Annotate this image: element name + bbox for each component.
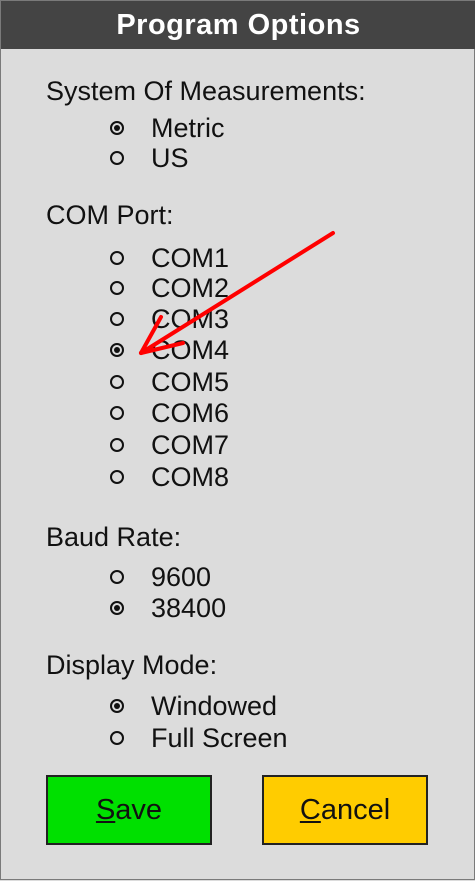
save-label-rest: ave [115, 793, 163, 826]
radio-label: 9600 [151, 561, 212, 592]
radio-indicator [110, 251, 124, 265]
radio-label: COM4 [151, 334, 230, 365]
radio-label: COM2 [151, 272, 230, 303]
cancel-label-rest: ancel [320, 793, 391, 826]
radio-com8[interactable]: COM8 [110, 462, 229, 492]
radio-indicator [110, 731, 124, 745]
radio-indicator [110, 375, 124, 389]
radio-indicator [110, 438, 124, 452]
baud-rate-label: Baud Rate: [46, 522, 182, 552]
radio-label: COM6 [151, 397, 230, 428]
measurements-label: System Of Measurements: [46, 76, 366, 106]
radio-indicator [110, 151, 124, 165]
radio-com5[interactable]: COM5 [110, 367, 229, 397]
cancel-button[interactable]: Cancel [262, 775, 428, 845]
radio-indicator [110, 343, 124, 357]
radio-label: Windowed [151, 690, 278, 721]
radio-com7[interactable]: COM7 [110, 430, 229, 460]
radio-9600[interactable]: 9600 [110, 562, 211, 592]
radio-com2[interactable]: COM2 [110, 273, 229, 303]
radio-label: COM7 [151, 429, 230, 460]
radio-indicator [110, 121, 124, 135]
radio-label: Metric [151, 112, 225, 143]
program-options-window: Program Options System Of Measurements: … [0, 0, 475, 880]
com-port-label: COM Port: [46, 200, 174, 230]
radio-us[interactable]: US [110, 143, 189, 173]
save-mnemonic: S [95, 793, 116, 826]
radio-38400[interactable]: 38400 [110, 593, 226, 623]
window-title: Program Options [1, 1, 475, 49]
radio-full-screen[interactable]: Full Screen [110, 723, 288, 753]
display-mode-label: Display Mode: [46, 650, 218, 680]
radio-com1[interactable]: COM1 [110, 243, 229, 273]
radio-com3[interactable]: COM3 [110, 304, 229, 334]
save-button[interactable]: Save [46, 775, 212, 845]
radio-indicator [110, 699, 124, 713]
radio-indicator [110, 601, 124, 615]
radio-label: COM1 [151, 242, 230, 273]
radio-metric[interactable]: Metric [110, 113, 225, 143]
radio-label: 38400 [151, 592, 227, 623]
radio-com4[interactable]: COM4 [110, 335, 229, 365]
radio-indicator [110, 406, 124, 420]
radio-windowed[interactable]: Windowed [110, 691, 277, 721]
radio-indicator [110, 470, 124, 484]
radio-label: COM8 [151, 461, 230, 492]
radio-label: COM3 [151, 303, 230, 334]
radio-label: Full Screen [151, 722, 288, 753]
radio-com6[interactable]: COM6 [110, 398, 229, 428]
cancel-mnemonic: C [299, 793, 321, 826]
radio-label: US [151, 142, 189, 173]
radio-label: COM5 [151, 366, 230, 397]
radio-indicator [110, 312, 124, 326]
radio-indicator [110, 281, 124, 295]
radio-indicator [110, 570, 124, 584]
